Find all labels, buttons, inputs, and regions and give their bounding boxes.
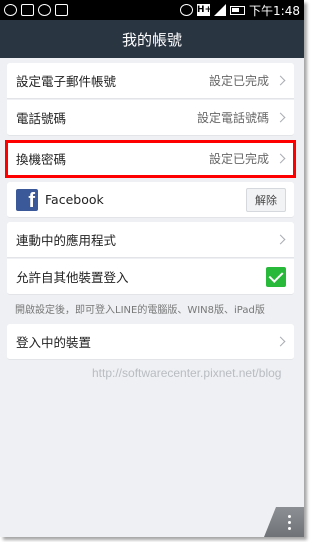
login-note: 開啟設定後，即可登入LINE的電腦版、WIN8版、iPad版 [15, 305, 265, 316]
page-header: 我的帳號 [0, 20, 304, 58]
menu-dot-icon [287, 526, 291, 530]
chevron-right-icon [275, 336, 286, 347]
phone-number-status: 設定電話號碼 [196, 111, 269, 125]
image-notification-icon [21, 4, 34, 16]
chat-notification-icon [4, 4, 17, 16]
linked-apps-label: 連動中的應用程式 [16, 233, 117, 248]
watermark-text: http://softwarecenter.pixnet.net/blog [92, 366, 282, 380]
chevron-right-icon [275, 234, 286, 245]
linked-apps-row[interactable]: 連動中的應用程式 [7, 222, 294, 258]
phone-number-label: 電話號碼 [16, 111, 67, 126]
highlight-box [5, 140, 296, 178]
check-notification-icon [55, 4, 68, 16]
app-notification-icon [38, 4, 51, 16]
logged-in-devices-label: 登入中的裝置 [16, 335, 92, 350]
chevron-right-icon [275, 75, 286, 86]
email-account-label: 設定電子郵件帳號 [16, 74, 117, 89]
allow-other-device-login-label: 允許自其他裝置登入 [16, 270, 129, 285]
facebook-logo-icon: f [16, 188, 38, 211]
menu-dot-icon [287, 520, 291, 524]
alarm-icon [180, 4, 194, 16]
menu-dot-icon [287, 514, 291, 518]
unlink-facebook-button[interactable]: 解除 [246, 187, 286, 212]
email-account-status: 設定已完成 [208, 74, 269, 88]
logged-in-devices-row[interactable]: 登入中的裝置 [7, 324, 294, 360]
status-bar: H+ 下午1:48 [0, 0, 304, 20]
phone-number-row[interactable]: 電話號碼 設定電話號碼 [7, 100, 294, 136]
facebook-label: Facebook [45, 192, 104, 207]
signal-icon [214, 4, 227, 16]
battery-icon [230, 5, 246, 15]
status-time: 下午1:48 [249, 3, 300, 18]
network-type-icon: H+ [197, 4, 213, 16]
allow-login-checkbox[interactable] [266, 266, 286, 287]
chevron-right-icon [275, 112, 286, 123]
phone-screen: H+ 下午1:48 我的帳號 設定電子郵件帳號 設定已完成 電話號碼 設定電話號… [0, 0, 304, 537]
email-account-row[interactable]: 設定電子郵件帳號 設定已完成 [7, 63, 294, 99]
facebook-row: f Facebook 解除 [7, 182, 294, 218]
allow-other-device-login-row: 允許自其他裝置登入 [7, 259, 294, 295]
page-title: 我的帳號 [121, 30, 182, 49]
overflow-menu-button[interactable] [264, 507, 304, 537]
